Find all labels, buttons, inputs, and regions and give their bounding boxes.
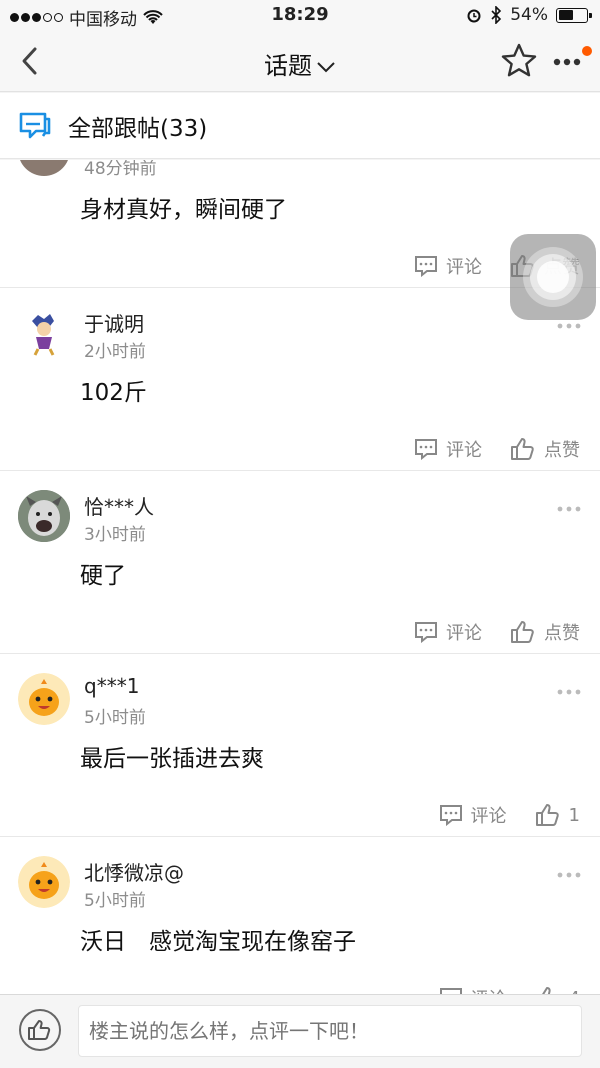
reply-button[interactable]: 评论 bbox=[414, 253, 482, 279]
avatar[interactable] bbox=[18, 307, 70, 359]
comment-text: 沃日 感觉淘宝现在像窑子 bbox=[80, 929, 356, 955]
thumbs-up-icon bbox=[535, 804, 559, 826]
reply-button[interactable]: 评论 bbox=[439, 985, 507, 994]
reply-icon bbox=[439, 805, 462, 826]
reply-icon bbox=[415, 256, 437, 277]
comment-username[interactable]: 北悸微凉@ bbox=[84, 857, 184, 886]
default-mascot-avatar bbox=[18, 856, 70, 908]
comments-section-header: 全部跟帖(33) bbox=[0, 93, 600, 159]
comment-username[interactable]: 于诚明 bbox=[84, 308, 144, 337]
battery-icon bbox=[556, 7, 592, 23]
like-button[interactable]: 1 bbox=[535, 803, 580, 827]
thumbs-up-icon bbox=[511, 621, 534, 643]
thumbs-up-icon bbox=[541, 987, 551, 994]
comment-more-icon[interactable] bbox=[556, 871, 582, 879]
reply-label: 评论 bbox=[446, 440, 482, 461]
favorite-star-button[interactable] bbox=[500, 42, 538, 80]
like-post-button[interactable] bbox=[19, 1009, 61, 1051]
alarm-icon bbox=[467, 9, 481, 23]
comment-text: 身材真好，瞬间硬了 bbox=[80, 197, 287, 223]
more-options-button[interactable] bbox=[552, 50, 586, 70]
reply-button[interactable]: 评论 bbox=[439, 802, 507, 828]
reply-icon bbox=[415, 622, 437, 643]
thumbs-up-icon bbox=[28, 1020, 51, 1040]
like-count: 1 bbox=[568, 804, 580, 826]
comment-item: q***1 5小时前 最后一张插进去爽 评论 1 bbox=[0, 654, 600, 837]
reply-button[interactable]: 评论 bbox=[414, 619, 482, 645]
comment-actions: 评论 点赞 bbox=[414, 619, 580, 645]
chevron-down-icon bbox=[317, 62, 335, 73]
reply-label: 评论 bbox=[471, 985, 507, 994]
avatar[interactable] bbox=[18, 673, 70, 725]
comment-time: 5小时前 bbox=[84, 708, 146, 728]
comment-more-icon[interactable] bbox=[556, 688, 582, 696]
status-bar: 中国移动 18:29 54% bbox=[0, 0, 600, 30]
page-title-text: 话题 bbox=[264, 52, 312, 80]
comment-actions: 评论 4 bbox=[439, 985, 580, 994]
default-mascot-avatar bbox=[18, 673, 70, 725]
avatar[interactable] bbox=[18, 856, 70, 908]
like-label: 点赞 bbox=[544, 623, 580, 644]
like-button[interactable]: 4 bbox=[535, 986, 580, 994]
comment-time: 2小时前 bbox=[84, 342, 146, 362]
reply-icon bbox=[415, 439, 437, 460]
comment-username[interactable]: q***1 bbox=[84, 674, 139, 698]
avatar[interactable] bbox=[18, 160, 70, 176]
like-label: 点赞 bbox=[544, 440, 580, 461]
assistive-touch-button[interactable] bbox=[510, 234, 596, 320]
dog-avatar-image bbox=[18, 490, 70, 542]
thumbs-up-icon bbox=[511, 438, 534, 460]
comment-actions: 评论 点赞 bbox=[414, 436, 580, 462]
status-right: 54% bbox=[466, 5, 592, 25]
comment-item: 北悸微凉@ 5小时前 沃日 感觉淘宝现在像窑子 评论 4 bbox=[0, 837, 600, 994]
comment-time: 48分钟前 bbox=[84, 160, 157, 179]
comment-more-icon[interactable] bbox=[556, 322, 582, 330]
comment-text: 硬了 bbox=[80, 563, 126, 589]
comment-more-icon[interactable] bbox=[556, 505, 582, 513]
reply-icon bbox=[439, 988, 462, 994]
comment-item: 恰***人 3小时前 硬了 评论 点赞 bbox=[0, 471, 600, 654]
comment-time: 3小时前 bbox=[84, 525, 146, 545]
comment-text: 最后一张插进去爽 bbox=[80, 746, 264, 772]
comment-item: 于诚明 2小时前 102斤 评论 点赞 bbox=[0, 288, 600, 471]
bottom-comment-bar bbox=[0, 994, 600, 1068]
like-button[interactable]: 点赞 bbox=[510, 436, 580, 462]
battery-percent: 54% bbox=[510, 5, 548, 25]
like-button[interactable]: 点赞 bbox=[510, 619, 580, 645]
comment-actions: 评论 1 bbox=[439, 802, 580, 828]
all-comments-count: 全部跟帖(33) bbox=[68, 115, 208, 142]
battery-level bbox=[558, 10, 574, 20]
reply-label: 评论 bbox=[446, 257, 482, 278]
reply-label: 评论 bbox=[470, 806, 507, 827]
comment-text: 102斤 bbox=[80, 380, 147, 406]
notification-badge bbox=[582, 46, 592, 56]
comment-input[interactable] bbox=[78, 1005, 582, 1057]
avatar[interactable] bbox=[18, 490, 70, 542]
comment-username[interactable]: 恰***人 bbox=[84, 491, 154, 520]
cartoon-avatar-image bbox=[32, 314, 55, 356]
reply-button[interactable]: 评论 bbox=[414, 436, 482, 462]
bluetooth-icon bbox=[491, 6, 502, 24]
reply-label: 评论 bbox=[446, 623, 482, 644]
comment-time: 5小时前 bbox=[84, 891, 146, 911]
comment-bubble-icon bbox=[19, 112, 51, 138]
navigation-bar: 话题 bbox=[0, 30, 600, 92]
